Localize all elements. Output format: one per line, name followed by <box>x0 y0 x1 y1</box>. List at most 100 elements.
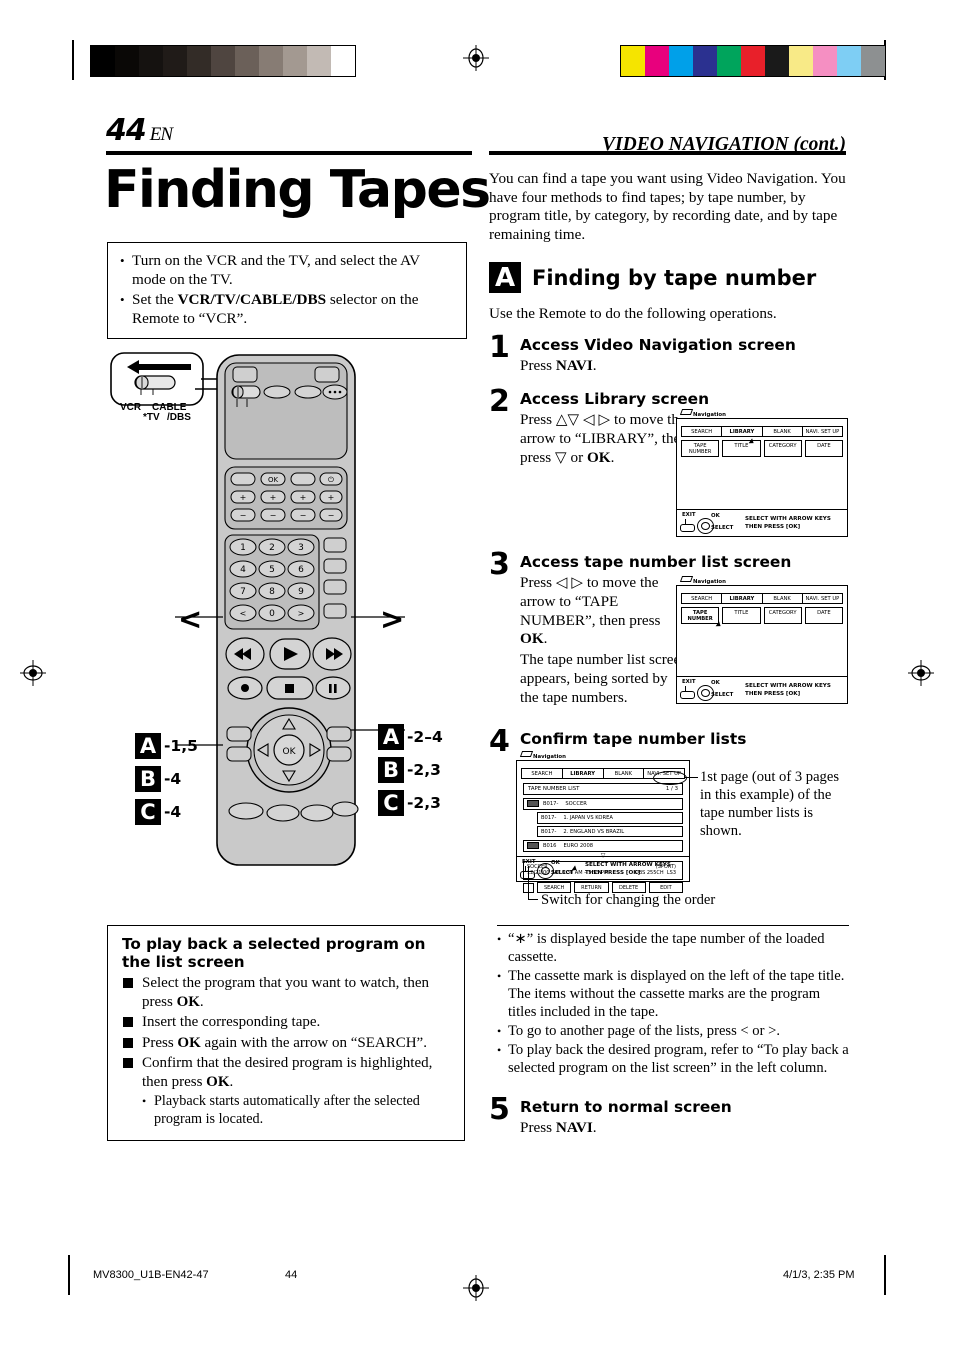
osd-list-row[interactable]: B016 EURO 2008 <box>523 839 683 852</box>
osd-ok-label: OK <box>551 860 560 866</box>
footer-timestamp: 4/1/3, 2:35 PM <box>783 1269 855 1281</box>
osd-select-label: SELECT <box>711 692 734 698</box>
gray-patch <box>331 46 355 76</box>
tape-title: EURO 2008 <box>563 842 594 849</box>
svg-text:+: + <box>328 493 335 502</box>
registration-mark-left <box>20 660 46 686</box>
osd-tab-navi-setup[interactable]: NAVI. SET UP <box>801 426 843 438</box>
osd-field-tape-number[interactable]: TAPE NUMBER <box>681 607 720 625</box>
osd-tab-search[interactable]: SEARCH <box>681 593 722 605</box>
svg-text:3: 3 <box>298 543 304 553</box>
svg-text:8: 8 <box>269 587 275 597</box>
notes-list: “∗” is displayed beside the tape number … <box>497 930 849 1077</box>
section-chip: A <box>489 262 521 293</box>
osd-tab-blank[interactable]: BLANK <box>761 593 802 605</box>
navigation-icon <box>679 409 694 415</box>
remote-label-c-left: C -4 <box>135 799 181 825</box>
osd-exit-label: EXIT <box>682 512 696 518</box>
osd-field-title[interactable]: TITLE <box>722 440 761 458</box>
svg-text:9: 9 <box>298 587 304 597</box>
page-title: Finding Tapes <box>104 160 491 220</box>
step-number: 4 <box>489 724 510 759</box>
osd-library-screen: Navigation SEARCH LIBRARY BLANK NAVI. SE… <box>676 409 848 537</box>
svg-text:−: − <box>328 511 335 520</box>
crop-mark-left <box>72 40 74 80</box>
playback-note: Playback starts automatically after the … <box>122 1093 452 1128</box>
osd-field-category[interactable]: CATEGORY <box>763 440 802 458</box>
osd-tab-blank[interactable]: BLANK <box>761 426 802 438</box>
svg-text:0: 0 <box>269 609 275 619</box>
footer-page-number: 44 <box>285 1269 298 1281</box>
step-number: 1 <box>489 330 510 365</box>
color-patch <box>645 46 669 76</box>
svg-text:+: + <box>240 493 247 502</box>
svg-text:6: 6 <box>298 565 304 575</box>
osd-page-indicator: 1 / 3 <box>665 786 678 793</box>
chip-letter: C <box>135 799 161 825</box>
preparation-box: Turn on the VCR and the TV, and select t… <box>107 242 467 340</box>
osd-tab-library[interactable]: LIBRARY <box>721 426 762 438</box>
osd-tab-navi-setup[interactable]: NAVI. SET UP <box>801 593 843 605</box>
page-indicator-highlight <box>653 771 687 785</box>
osd-hint: SELECT WITH ARROW KEYS THEN PRESS [OK] <box>585 862 671 876</box>
switch-annotation: Switch for changing the order <box>541 892 716 908</box>
registration-mark-top <box>463 45 489 71</box>
osd-field-date[interactable]: DATE <box>804 440 843 458</box>
chip-steps: -2,3 <box>407 761 441 779</box>
step-text: Press ◁ ▷ to move the arrow to “TAPE NUM… <box>520 574 661 648</box>
selector-label-tv: *TV <box>143 412 160 423</box>
section-title: Finding by tape number <box>532 265 817 290</box>
page-number-value: 44 <box>106 113 147 148</box>
svg-text:OK: OK <box>268 476 279 484</box>
osd-field-tape-number[interactable]: TAPE NUMBER <box>681 440 720 458</box>
osd-list-row[interactable]: B017- 1. JAPAN VS KOREA <box>537 812 683 824</box>
playback-instructions-box: To play back a selected program on the l… <box>107 925 465 1141</box>
playback-step: Confirm that the desired program is high… <box>122 1054 452 1091</box>
notes-rule <box>497 925 849 927</box>
remote-label-b-right: B -2,3 <box>378 757 441 783</box>
color-patch <box>669 46 693 76</box>
step-text-2: The tape number list screen appears, bei… <box>520 651 688 706</box>
svg-text:+: + <box>270 493 277 502</box>
osd-field-date[interactable]: DATE <box>804 607 843 625</box>
osd-field-row: TAPE NUMBER TITLE CATEGORY DATE <box>681 440 843 458</box>
note-item: To play back the desired program, refer … <box>497 1041 849 1077</box>
osd-tab-library[interactable]: LIBRARY <box>561 768 603 780</box>
svg-text:+: + <box>300 493 307 502</box>
osd-list-row[interactable]: B017- 2. ENGLAND VS BRAZIL <box>537 826 683 838</box>
osd-exit-button-icon <box>680 524 695 532</box>
gray-patch <box>235 46 259 76</box>
svg-text:−: − <box>300 511 307 520</box>
osd-field-category[interactable]: CATEGORY <box>763 607 802 625</box>
registration-mark-bottom <box>463 1275 489 1301</box>
gray-patch <box>163 46 187 76</box>
osd-ok-label: OK <box>711 513 720 519</box>
osd-tab-blank[interactable]: BLANK <box>602 768 644 780</box>
step-number: 3 <box>489 547 510 582</box>
note-item: To go to another page of the lists, pres… <box>497 1022 849 1040</box>
color-patch <box>861 46 885 76</box>
chip-letter: C <box>378 790 404 816</box>
chip-letter: B <box>135 766 161 792</box>
osd-select-label: SELECT <box>711 525 734 531</box>
osd-field-title[interactable]: TITLE <box>722 607 761 625</box>
note-item: “∗” is displayed beside the tape number … <box>497 930 849 966</box>
osd-tab-search[interactable]: SEARCH <box>521 768 562 780</box>
osd-nav-label: Navigation <box>519 751 567 760</box>
annotation-leader-horizontal <box>684 777 698 779</box>
section-subtitle: Use the Remote to do the following opera… <box>489 305 777 322</box>
preparation-item: Turn on the VCR and the TV, and select t… <box>120 252 454 289</box>
color-patch <box>789 46 813 76</box>
svg-text:−: − <box>240 511 247 520</box>
footer-rule-right <box>884 1255 886 1295</box>
osd-tab-library[interactable]: LIBRARY <box>721 593 762 605</box>
color-calibration-strip <box>620 45 886 77</box>
step-4: 4 Confirm tape number lists <box>489 724 849 759</box>
step-heading: Access Library screen <box>520 390 710 408</box>
osd-list-title-bar: TAPE NUMBER LIST 1 / 3 <box>523 783 683 796</box>
step-text: Press NAVI. <box>520 357 597 374</box>
osd-list-row[interactable]: B017- SOCCER <box>523 797 683 810</box>
osd-tab-search[interactable]: SEARCH <box>681 426 722 438</box>
chip-steps: -4 <box>164 770 182 788</box>
osd-nav-label: Navigation <box>679 409 727 418</box>
